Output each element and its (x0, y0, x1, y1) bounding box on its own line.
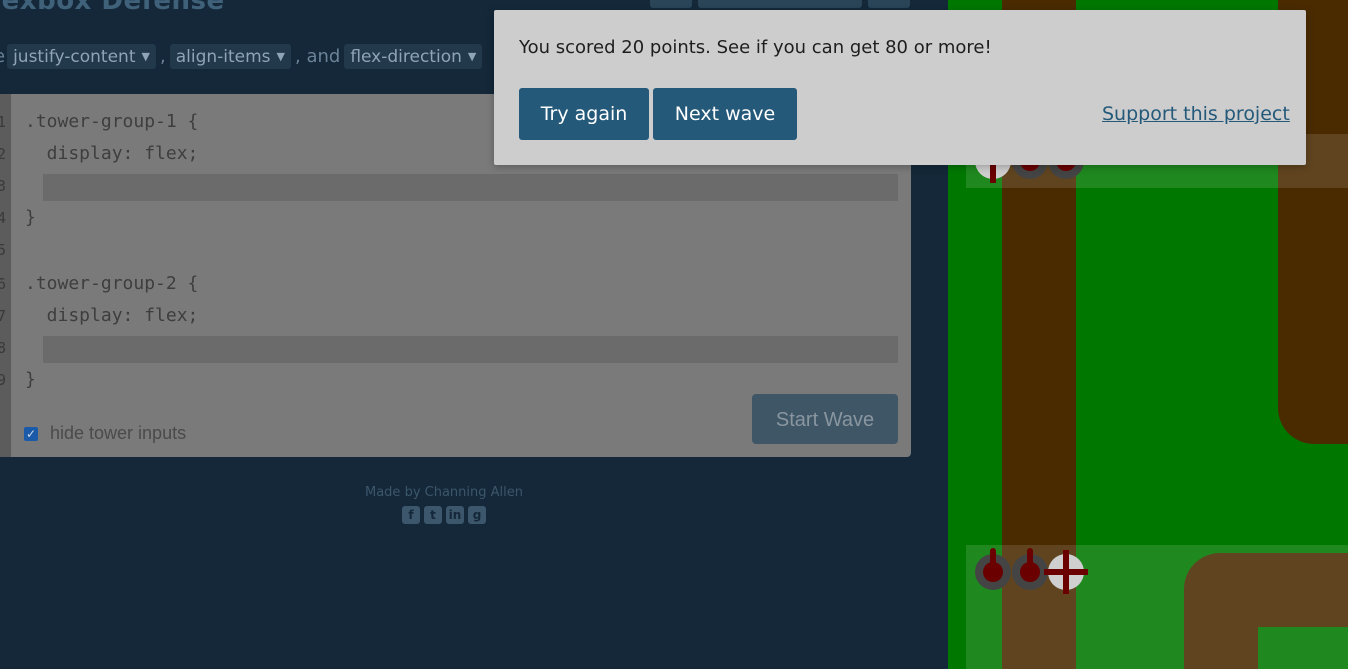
line-number: 2 (0, 145, 6, 163)
css-input-slot-1[interactable] (43, 174, 898, 201)
line-gutter: 1 2 3 4 5 6 7 8 9 (0, 94, 11, 457)
hide-tower-inputs-toggle[interactable]: ✓ hide tower inputs (24, 423, 186, 444)
line-number: 7 (0, 307, 6, 325)
code-line: display: flex; (25, 305, 199, 326)
made-by-credit: Made by Channing Allen (365, 485, 523, 500)
code-line: } (25, 207, 36, 228)
hide-inputs-label: hide tower inputs (50, 423, 187, 443)
line-number: 5 (0, 241, 6, 259)
css-input-slot-2[interactable] (43, 336, 898, 363)
line-number: 3 (0, 177, 6, 195)
footer: Made by Channing Allen f t in g (344, 485, 544, 524)
caret-down-icon: ▼ (276, 49, 285, 63)
previous-wave-button[interactable]: « (650, 0, 692, 8)
line-number: 6 (0, 275, 6, 293)
line-number: 1 (0, 113, 6, 131)
next-wave-button[interactable]: Next wave (653, 88, 797, 140)
github-icon[interactable]: g (468, 506, 486, 524)
next-wave-nav-button[interactable]: » (868, 0, 910, 8)
instructions-prefix: e (0, 46, 5, 67)
align-items-chip[interactable]: align-items ▼ (169, 43, 291, 69)
checkbox-checked-icon[interactable]: ✓ (24, 426, 38, 441)
caret-down-icon: ▼ (467, 49, 477, 63)
chip-label: flex-direction (350, 46, 462, 67)
line-number: 4 (0, 209, 6, 227)
instructions: e justify-content▼ , align-items▼ , and … (0, 43, 484, 69)
code-line: .tower-group-1 { (25, 111, 199, 132)
crosshair-tower-icon (1044, 550, 1088, 594)
caret-down-icon: ▼ (141, 49, 150, 63)
separator: , and (295, 45, 341, 67)
social-links: f t in g (344, 506, 544, 524)
tower-icon (975, 548, 1011, 590)
code-line: } (25, 369, 36, 390)
chip-label: justify-content (13, 46, 136, 67)
line-number: 9 (0, 371, 6, 389)
score-modal: You scored 20 points. See if you can get… (494, 10, 1306, 165)
twitter-icon[interactable]: t (424, 506, 442, 524)
facebook-icon[interactable]: f (402, 506, 420, 524)
chip-label: align-items (175, 46, 271, 67)
support-project-link[interactable]: Support this project (1102, 103, 1290, 125)
linkedin-icon[interactable]: in (446, 506, 464, 524)
score-message: You scored 20 points. See if you can get… (519, 37, 992, 58)
code-line: display: flex; (25, 143, 199, 164)
line-number: 8 (0, 339, 6, 357)
flex-direction-chip[interactable]: flex-direction ▼ (344, 43, 483, 69)
start-wave-button[interactable]: Start Wave (752, 394, 898, 444)
page-title: Flexbox Defense (0, 0, 225, 16)
wave-indicator[interactable]: Wave 6 of 12 (698, 0, 862, 8)
separator: , (159, 45, 166, 67)
justify-content-chip[interactable]: justify-content ▼ (7, 43, 156, 69)
tower-icon (1012, 548, 1048, 590)
try-again-button[interactable]: Try again (519, 88, 649, 140)
code-line: .tower-group-2 { (25, 273, 199, 294)
